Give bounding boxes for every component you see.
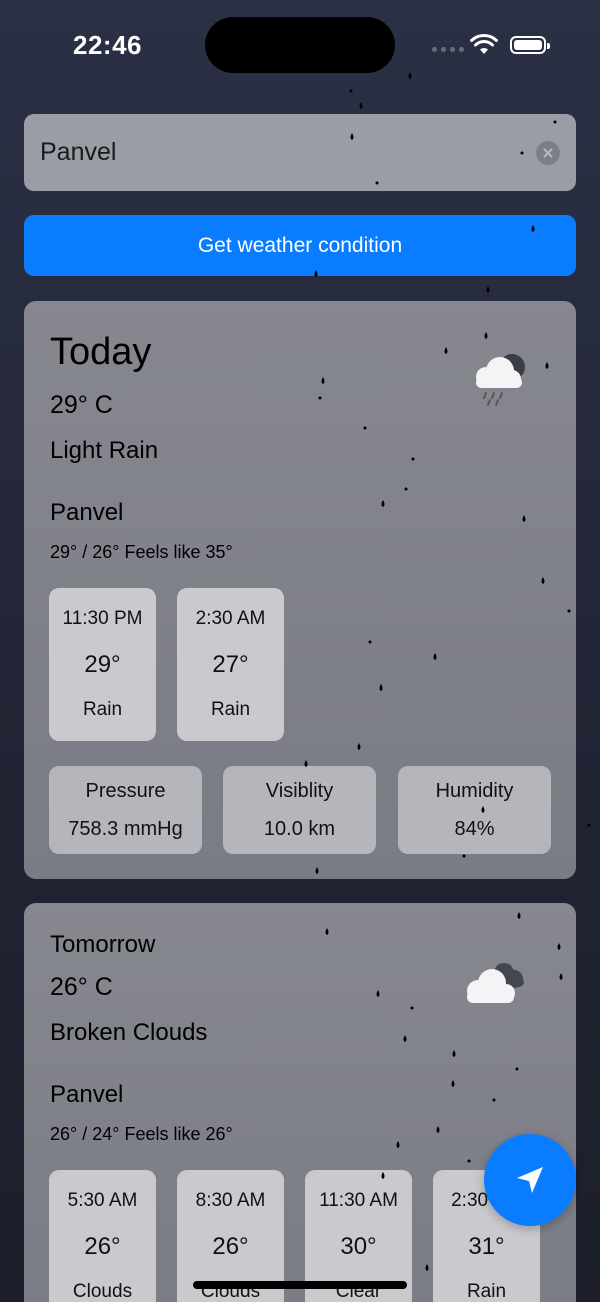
cloud-rain-icon	[476, 354, 525, 406]
broken-clouds-icon	[467, 963, 524, 1003]
day-title: Today	[50, 331, 152, 373]
hourly-forecast-tile: 11:30 PM 29° Rain	[49, 588, 156, 741]
forecast-time: 8:30 AM	[195, 1190, 266, 1211]
weather-condition: Broken Clouds	[50, 1019, 208, 1046]
city-search-field[interactable]: Panvel	[24, 114, 576, 191]
temperature-range: 29° / 26° Feels like 35°	[50, 542, 233, 562]
forecast-temp: 26°	[212, 1233, 249, 1260]
forecast-temp: 31°	[468, 1233, 505, 1260]
get-weather-button[interactable]: Get weather condition	[24, 215, 576, 276]
wifi-icon	[470, 33, 498, 54]
home-indicator[interactable]	[193, 1281, 407, 1289]
current-location-button[interactable]	[484, 1134, 576, 1226]
visibility-stat: Visiblity 10.0 km	[223, 766, 376, 854]
status-time: 22:46	[73, 30, 142, 60]
forecast-time: 11:30 AM	[319, 1190, 398, 1211]
forecast-temp: 27°	[212, 651, 249, 678]
forecast-condition: Rain	[210, 699, 251, 720]
day-title: Tomorrow	[50, 931, 156, 958]
city-name: Panvel	[50, 1081, 124, 1108]
temperature-range: 26° / 24° Feels like 26°	[50, 1124, 233, 1144]
humidity-stat: Humidity 84%	[398, 766, 551, 854]
stat-label: Visiblity	[265, 780, 334, 802]
search-input[interactable]: Panvel	[40, 138, 536, 167]
current-temperature: 29° C	[50, 391, 113, 419]
dynamic-island	[205, 17, 395, 73]
pressure-stat: Pressure 758.3 mmHg	[49, 766, 202, 854]
battery-icon	[510, 36, 550, 54]
stat-label: Humidity	[435, 780, 514, 802]
forecast-temp: 26°	[84, 1233, 121, 1260]
forecast-condition: Clouds	[72, 1281, 133, 1302]
forecast-temp: 30°	[340, 1233, 377, 1260]
forecast-temp: 29°	[84, 651, 121, 678]
today-weather-card: Today 29° C Light Rain Panvel 29° / 26° …	[24, 301, 576, 879]
cellular-signal-icon	[432, 47, 464, 52]
city-name: Panvel	[50, 499, 124, 526]
stat-value: 758.3 mmHg	[68, 818, 183, 840]
forecast-temperature: 26° C	[50, 973, 113, 1001]
tomorrow-weather-card: Tomorrow 26° C Broken Clouds Panvel 26° …	[24, 903, 576, 1302]
clear-icon[interactable]	[536, 140, 560, 165]
weather-condition: Light Rain	[50, 437, 159, 464]
hourly-forecast-tile: 2:30 AM 27° Rain	[177, 588, 284, 741]
forecast-condition: Rain	[82, 699, 123, 720]
stat-label: Pressure	[85, 780, 166, 802]
forecast-time: 2:30 AM	[195, 608, 266, 629]
hourly-forecast-tile: 5:30 AM 26° Clouds	[49, 1170, 156, 1302]
forecast-time: 11:30 PM	[62, 608, 143, 629]
forecast-time: 5:30 AM	[67, 1190, 138, 1211]
location-arrow-icon	[517, 1167, 543, 1193]
status-bar: 22:46	[0, 0, 600, 90]
stat-value: 84%	[454, 818, 495, 840]
forecast-condition: Rain	[466, 1281, 507, 1302]
stat-value: 10.0 km	[263, 818, 336, 840]
